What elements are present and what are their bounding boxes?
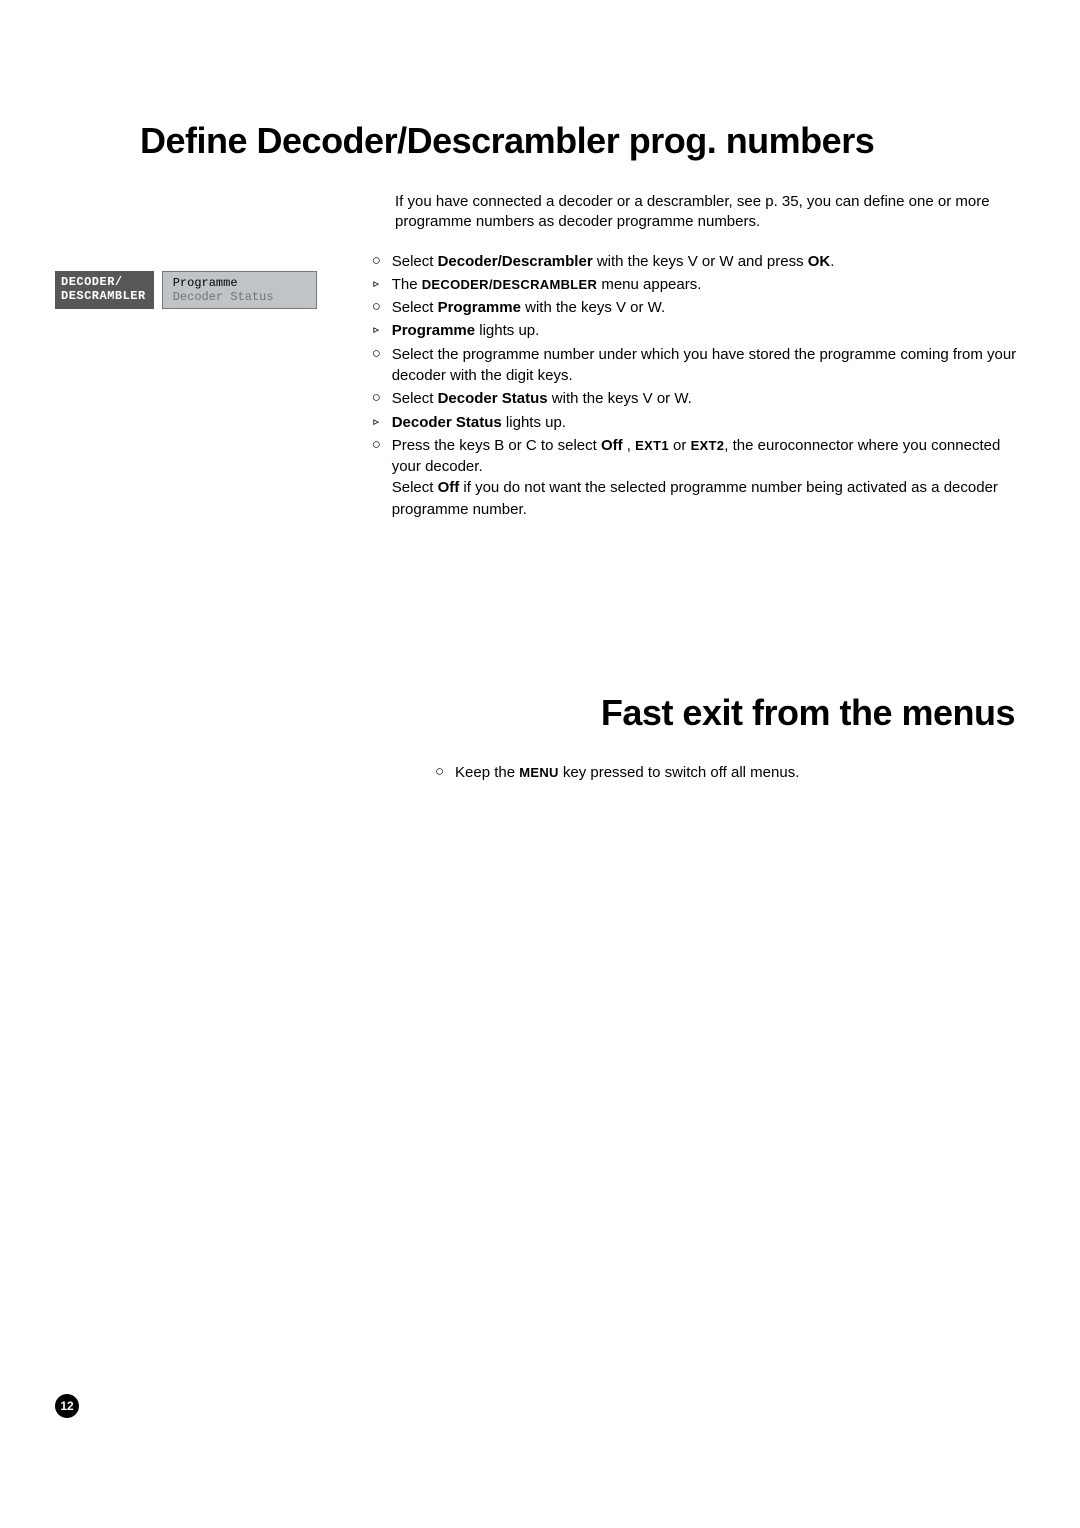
page-number-badge: 12 [55, 1394, 79, 1418]
manual-page: Define Decoder/Descrambler prog. numbers… [0, 0, 1080, 1528]
instruction-steps: ○ Select Decoder/Descrambler with the ke… [372, 251, 1020, 523]
step-2c: ○ Select the programme number under whic… [372, 344, 1020, 387]
step-2d: ○ Select Decoder Status with the keys V … [372, 388, 1020, 409]
section-title-decoder: Define Decoder/Descrambler prog. numbers [55, 120, 1020, 162]
step-2e: ▹ Decoder Status lights up. [372, 412, 1020, 433]
fast-exit-step: ○ Keep the MENU key pressed to switch of… [395, 764, 1020, 781]
step-2b: ▹ Programme lights up. [372, 320, 1020, 341]
step-2f: ○ Press the keys B or C to select Off , … [372, 435, 1020, 520]
step-1b: ▹ The DECODER/DESCRAMBLER menu appears. [372, 274, 1020, 295]
circle-bullet-icon: ○ [372, 251, 381, 272]
step-2a: ○ Select Programme with the keys V or W. [372, 297, 1020, 318]
triangle-bullet-icon: ▹ [372, 412, 381, 433]
osd-menu-illustration: DECODER/ DESCRAMBLER Programme Decoder S… [55, 251, 317, 309]
menu-item-decoder-status: Decoder Status [173, 290, 306, 304]
menu-panel: Programme Decoder Status [162, 271, 317, 309]
circle-bullet-icon: ○ [435, 764, 444, 781]
circle-bullet-icon: ○ [372, 435, 381, 456]
menu-header-line2: DESCRAMBLER [61, 289, 146, 303]
triangle-bullet-icon: ▹ [372, 320, 381, 341]
step-1a: ○ Select Decoder/Descrambler with the ke… [372, 251, 1020, 272]
circle-bullet-icon: ○ [372, 388, 381, 409]
triangle-bullet-icon: ▹ [372, 274, 381, 295]
menu-header-box: DECODER/ DESCRAMBLER [55, 271, 154, 309]
menu-header-line1: DECODER/ [61, 275, 146, 289]
circle-bullet-icon: ○ [372, 297, 381, 318]
circle-bullet-icon: ○ [372, 344, 381, 365]
intro-paragraph: If you have connected a decoder or a des… [395, 192, 1020, 233]
menu-item-programme: Programme [173, 276, 306, 290]
section-title-fast-exit: Fast exit from the menus [55, 692, 1020, 734]
